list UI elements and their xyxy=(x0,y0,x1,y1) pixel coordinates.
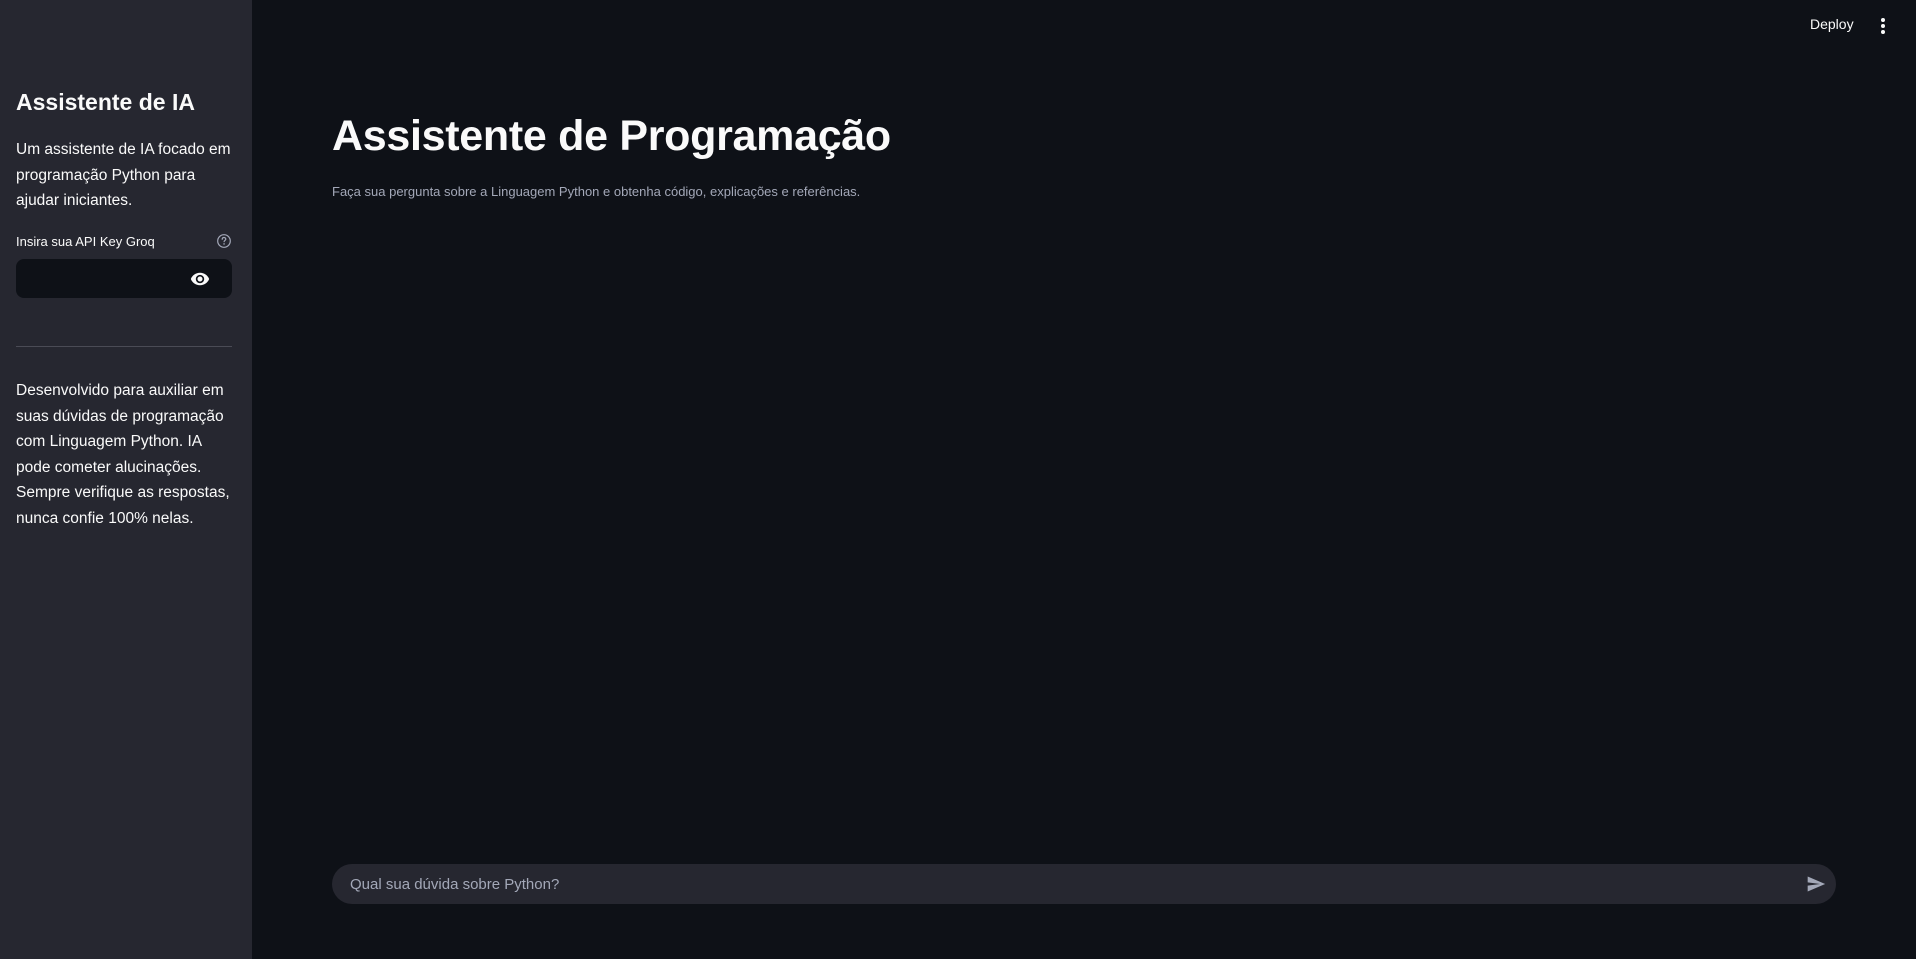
page-title: Assistente de Programação xyxy=(332,112,891,160)
deploy-button[interactable]: Deploy xyxy=(1810,16,1854,32)
sidebar-title: Assistente de IA xyxy=(16,89,195,115)
api-key-input[interactable] xyxy=(16,259,186,298)
api-key-field[interactable] xyxy=(16,259,232,298)
vertical-dots-menu-icon[interactable] xyxy=(1876,16,1890,36)
api-key-label-row: Insira sua API Key Groq xyxy=(16,232,232,252)
chat-input-bar[interactable] xyxy=(332,864,1836,904)
api-key-label: Insira sua API Key Groq xyxy=(16,234,155,249)
help-circle-icon[interactable] xyxy=(216,233,232,249)
page-subtitle: Faça sua pergunta sobre a Linguagem Pyth… xyxy=(332,184,861,199)
chat-input[interactable] xyxy=(348,864,1788,904)
send-icon[interactable] xyxy=(1806,874,1826,894)
eye-icon[interactable] xyxy=(190,269,210,289)
sidebar: Assistente de IA Um assistente de IA foc… xyxy=(0,0,252,959)
sidebar-note: Desenvolvido para auxiliar em suas dúvid… xyxy=(16,382,230,527)
sidebar-description: Um assistente de IA focado em programaçã… xyxy=(16,141,231,209)
sidebar-divider xyxy=(16,346,232,347)
